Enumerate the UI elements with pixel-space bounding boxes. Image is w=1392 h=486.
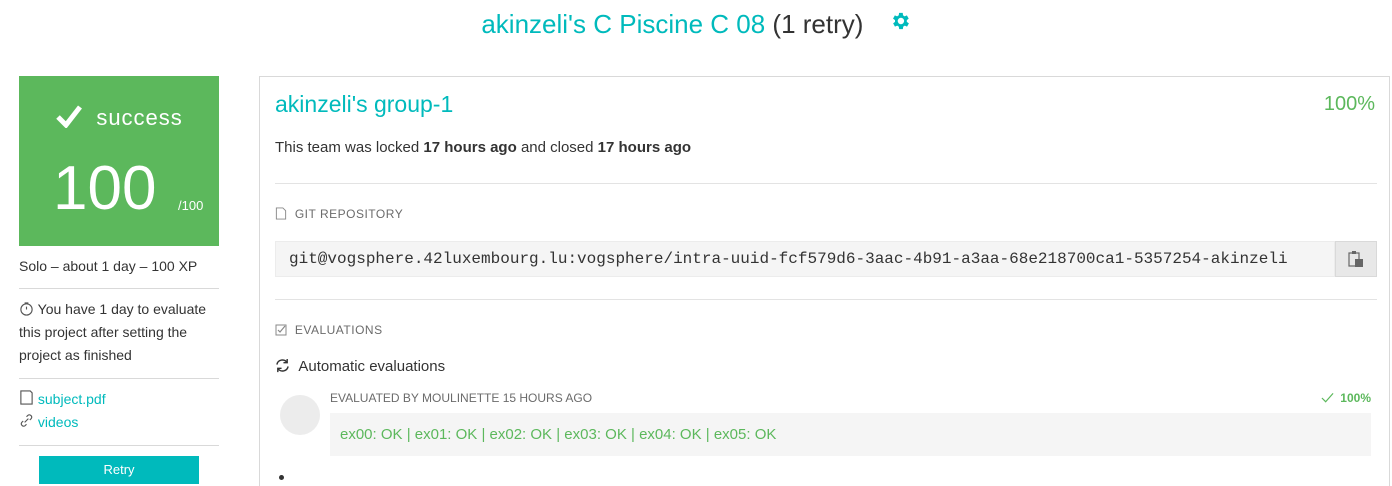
automatic-evaluations-heading: Automatic evaluations [275,358,445,375]
videos-link[interactable]: videos [38,414,78,430]
evaluations-section-label: EVALUATIONS [275,323,383,337]
lock-middle: and closed [520,139,594,156]
locked-ago: 17 hours ago [423,139,517,156]
file-icon [275,207,287,220]
check-icon [56,105,83,129]
divider [275,183,1377,184]
team-panel: akinzeli's group-1 100% This team was lo… [259,76,1390,486]
evaluate-notice: You have 1 day to evaluate this project … [19,298,219,367]
project-title[interactable]: akinzeli's C Piscine C 08 [481,9,765,39]
evaluate-notice-text: You have 1 day to evaluate this project … [19,301,207,363]
link-icon [20,414,33,427]
evaluations-section-title: EVALUATIONS [294,323,383,337]
subject-pdf-link[interactable]: subject.pdf [38,391,106,407]
clock-icon [20,302,33,316]
status-label: success [96,105,183,130]
score-value: 100 [53,154,157,223]
project-title-bar: akinzeli's C Piscine C 08 (1 retry) [0,6,1392,42]
attachment-item[interactable]: subject.pdf [19,388,219,411]
clipboard-icon [1348,251,1363,267]
divider [19,378,219,379]
evaluation-percent: 100% [1321,391,1371,405]
automatic-evaluations-label: Automatic evaluations [298,358,446,375]
team-lock-status: This team was locked 17 hours ago and cl… [275,139,691,156]
repo-url-field[interactable]: git@vogsphere.42luxembourg.lu:vogsphere/… [275,241,1335,277]
project-meta: Solo – about 1 day – 100 XP [19,258,198,274]
team-name[interactable]: akinzeli's group-1 [275,91,453,118]
git-section-title: GIT REPOSITORY [294,207,404,221]
team-percent: 100% [1323,93,1375,115]
checkbox-icon [275,324,287,336]
evaluation-percent-value: 100% [1340,391,1371,405]
check-badge-icon [1321,392,1334,403]
next-item-marker [279,475,284,480]
file-icon [20,390,33,405]
copy-button[interactable] [1335,241,1377,277]
attachment-item[interactable]: videos [19,411,219,434]
evaluated-by: EVALUATED BY MOULINETTE 15 HOURS AGO [330,391,593,405]
divider [19,288,219,289]
git-section-label: GIT REPOSITORY [275,207,403,221]
divider [275,299,1377,300]
refresh-icon [276,358,289,373]
lock-prefix: This team was locked [275,139,420,156]
score-status: success [19,104,219,131]
evaluation-result: ex00: OK | ex01: OK | ex02: OK | ex03: O… [330,413,1371,456]
avatar [280,395,320,435]
score-box: success 100 /100 [19,76,219,246]
retry-count: (1 retry) [772,9,864,39]
score-max: /100 [178,198,204,213]
closed-ago: 17 hours ago [597,139,692,156]
divider [19,445,219,446]
gear-icon[interactable] [889,5,911,41]
